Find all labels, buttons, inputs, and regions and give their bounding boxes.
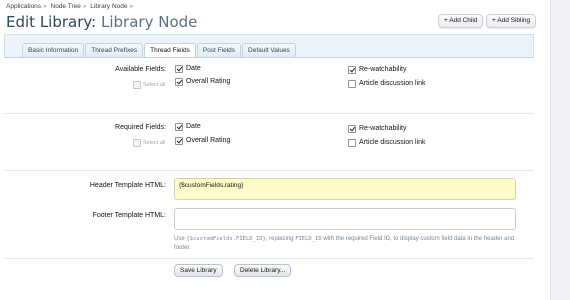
breadcrumb-item-library-node[interactable]: Library Node — [90, 3, 127, 10]
breadcrumb-item-node-tree[interactable]: Node Tree — [51, 3, 81, 10]
tab-bar: Basic Information Thread Prefixes Thread… — [22, 43, 297, 58]
page: Applications» Node Tree» Library Node» E… — [0, 0, 550, 300]
available-article-discussion-checkbox[interactable] — [348, 80, 356, 88]
available-select-all-label: Select all — [143, 82, 166, 88]
required-fields-label: Required Fields: — [115, 124, 166, 131]
required-date-checkbox[interactable] — [175, 123, 183, 131]
header-template-input[interactable]: {$customFields.rating} — [174, 178, 516, 200]
required-article-discussion-checkbox[interactable] — [348, 139, 356, 147]
help-code-custom-fields: {$customFields.FIELD_ID} — [186, 236, 266, 242]
breadcrumb-item-applications[interactable]: Applications — [6, 3, 41, 10]
available-overall-rating-label: Overall Rating — [186, 78, 231, 85]
required-select-all-checkbox[interactable] — [133, 139, 141, 147]
add-sibling-button[interactable]: + Add Sibling — [486, 14, 537, 28]
breadcrumb-separator: » — [43, 3, 47, 10]
tab-thread-prefixes[interactable]: Thread Prefixes — [85, 43, 144, 57]
available-select-all-checkbox[interactable] — [133, 81, 141, 89]
tab-thread-fields[interactable]: Thread Fields — [144, 43, 196, 58]
required-article-discussion-label: Article discussion link — [359, 139, 426, 146]
available-rewatchability-checkbox[interactable] — [348, 66, 356, 74]
header-template-label: Header Template HTML: — [89, 182, 166, 189]
available-date-label: Date — [186, 65, 201, 72]
section-divider — [4, 170, 534, 171]
delete-library-button[interactable]: Delete Library... — [234, 264, 292, 277]
template-help-text: Use {$customFields.FIELD_ID}, replacing … — [174, 235, 524, 253]
help-text-part: , replacing — [265, 236, 296, 242]
tab-default-values[interactable]: Default Values — [242, 43, 296, 57]
tab-post-fields[interactable]: Post Fields — [196, 43, 242, 57]
page-title-prefix: Edit Library: — [6, 13, 97, 31]
breadcrumb: Applications» Node Tree» Library Node» — [6, 3, 135, 10]
breadcrumb-separator: » — [82, 3, 87, 10]
available-rewatchability-label: Re-watchability — [359, 66, 407, 73]
section-divider — [4, 113, 534, 114]
available-fields-label: Available Fields: — [115, 66, 166, 73]
page-title: Edit Library: Library Node — [6, 13, 197, 31]
save-library-button[interactable]: Save Library — [174, 264, 223, 277]
required-rewatchability-checkbox[interactable] — [348, 125, 356, 133]
tab-basic-information[interactable]: Basic Information — [22, 43, 85, 57]
available-date-checkbox[interactable] — [175, 65, 183, 73]
available-article-discussion-label: Article discussion link — [359, 80, 426, 87]
help-text-part: Use — [174, 236, 187, 242]
required-overall-rating-label: Overall Rating — [186, 137, 231, 144]
required-select-all-label: Select all — [143, 140, 166, 146]
required-overall-rating-checkbox[interactable] — [175, 137, 183, 145]
add-child-button[interactable]: + Add Child — [438, 14, 484, 28]
required-date-label: Date — [186, 123, 201, 130]
footer-template-input[interactable] — [174, 208, 516, 230]
section-divider — [4, 258, 534, 259]
breadcrumb-separator: » — [129, 3, 134, 10]
help-code-field-id: FIELD_ID — [295, 236, 322, 242]
page-title-name: Library Node — [101, 13, 198, 31]
required-rewatchability-label: Re-watchability — [359, 125, 407, 132]
scrollbar-gutter — [550, 0, 570, 300]
footer-template-label: Footer Template HTML: — [92, 212, 166, 219]
available-overall-rating-checkbox[interactable] — [175, 78, 183, 86]
